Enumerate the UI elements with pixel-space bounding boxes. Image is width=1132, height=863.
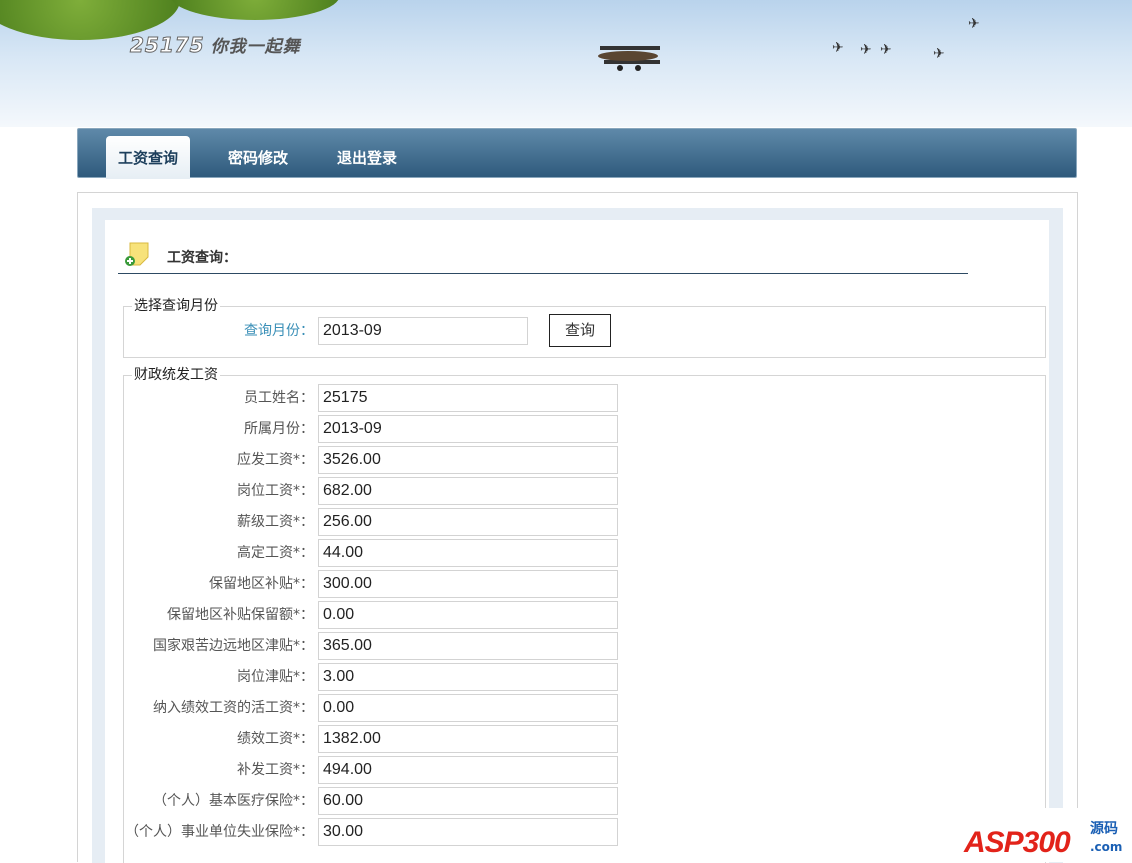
field-value[interactable]: 60.00 (318, 787, 618, 815)
field-label: 高定工资*： (237, 545, 314, 561)
salary-row: 保留地区补贴保留额*： 0.00 (124, 601, 644, 629)
salary-row: 高定工资*： 44.00 (124, 539, 644, 567)
salary-row: 纳入绩效工资的活工资*： 0.00 (124, 694, 644, 722)
field-label: 员工姓名： (244, 390, 314, 406)
field-label: 岗位津贴*： (237, 669, 314, 685)
field-value[interactable]: 494.00 (318, 756, 618, 784)
salary-row: （个人）事业单位失业保险*： 30.00 (124, 818, 644, 846)
field-value[interactable]: 0.00 (318, 694, 618, 722)
bird-icon: ✈ (933, 46, 945, 62)
field-value[interactable]: 682.00 (318, 477, 618, 505)
salary-row: 绩效工资*： 1382.00 (124, 725, 644, 753)
salary-row: 所属月份： 2013-09 (124, 415, 644, 443)
field-value[interactable]: 3526.00 (318, 446, 618, 474)
query-month-label: 查询月份： (244, 323, 314, 339)
query-button[interactable]: 查询 (549, 314, 611, 347)
watermark-domain: .com (1090, 840, 1123, 854)
field-label: （个人）事业单位失业保险*： (125, 824, 314, 840)
tab-salary-query[interactable]: 工资查询 (106, 136, 190, 179)
query-month-fieldset: 选择查询月份 查询月份： 2013-09 查询 (123, 297, 1046, 358)
query-legend: 选择查询月份 (132, 297, 220, 315)
salary-row: 员工姓名： 25175 (124, 384, 644, 412)
site-logo: 25175 你我一起舞 (130, 32, 301, 58)
logo-slogan: 你我一起舞 (210, 37, 301, 57)
field-value[interactable]: 3.00 (318, 663, 618, 691)
field-value[interactable]: 256.00 (318, 508, 618, 536)
content-inner: 工资查询： 选择查询月份 查询月份： 2013-09 查询 财政统发工资 员工姓… (105, 220, 1049, 863)
field-label: 补发工资*： (237, 762, 314, 778)
salary-row: 薪级工资*： 256.00 (124, 508, 644, 536)
field-value[interactable]: 300.00 (318, 570, 618, 598)
query-month-input[interactable]: 2013-09 (318, 317, 528, 345)
tab-logout[interactable]: 退出登录 (325, 136, 409, 179)
note-add-icon (125, 242, 149, 266)
logo-number: 25175 (130, 33, 205, 58)
field-value[interactable]: 365.00 (318, 632, 618, 660)
field-label: 保留地区补贴保留额*： (167, 607, 314, 623)
salary-row: 岗位工资*： 682.00 (124, 477, 644, 505)
bird-icon: ✈ (832, 40, 844, 56)
salary-fieldset: 财政统发工资 员工姓名： 25175 所属月份： 2013-09 应发工资*： 3526.… (123, 366, 1046, 863)
field-label: 绩效工资*： (237, 731, 314, 747)
field-label: 保留地区补贴*： (209, 576, 314, 592)
field-value[interactable]: 44.00 (318, 539, 618, 567)
field-value[interactable]: 25175 (318, 384, 618, 412)
salary-row: 补发工资*： 494.00 (124, 756, 644, 784)
field-label: 所属月份： (244, 421, 314, 437)
field-value[interactable]: 2013-09 (318, 415, 618, 443)
field-label: 应发工资*： (237, 452, 314, 468)
page-title: 工资查询： (167, 250, 237, 266)
bird-icon: ✈ (860, 42, 872, 58)
banner: 25175 你我一起舞 ✈ ✈ ✈ ✈ ✈ (0, 0, 1132, 127)
salary-legend: 财政统发工资 (132, 366, 220, 384)
tree-decoration (170, 0, 340, 20)
salary-row: 岗位津贴*： 3.00 (124, 663, 644, 691)
content-area: 工资查询： 选择查询月份 查询月份： 2013-09 查询 财政统发工资 员工姓… (77, 192, 1078, 863)
title-divider (118, 273, 968, 274)
field-label: 岗位工资*： (237, 483, 314, 499)
watermark-brand: ASP300 (964, 826, 1071, 859)
main-nav: 工资查询 密码修改 退出登录 (77, 128, 1077, 179)
bird-icon: ✈ (968, 16, 980, 32)
content-panel: 工资查询： 选择查询月份 查询月份： 2013-09 查询 财政统发工资 员工姓… (92, 208, 1063, 863)
salary-row: 国家艰苦边远地区津贴*： 365.00 (124, 632, 644, 660)
tab-change-password[interactable]: 密码修改 (216, 136, 300, 179)
field-label: 薪级工资*： (237, 514, 314, 530)
salary-row: （个人）基本医疗保险*： 60.00 (124, 787, 644, 815)
bird-icon: ✈ (880, 42, 892, 58)
salary-row: 应发工资*： 3526.00 (124, 446, 644, 474)
field-label: （个人）基本医疗保险*： (153, 793, 314, 809)
field-value[interactable]: 1382.00 (318, 725, 618, 753)
biplane-icon (598, 46, 660, 71)
salary-row: 保留地区补贴*： 300.00 (124, 570, 644, 598)
watermark-suffix: 源码 (1090, 821, 1118, 837)
field-label: 纳入绩效工资的活工资*： (153, 700, 314, 716)
field-label: 国家艰苦边远地区津贴*： (153, 638, 314, 654)
field-value[interactable]: 0.00 (318, 601, 618, 629)
field-value[interactable]: 30.00 (318, 818, 618, 846)
asp300-watermark: ASP300 源码 .com (962, 808, 1132, 862)
